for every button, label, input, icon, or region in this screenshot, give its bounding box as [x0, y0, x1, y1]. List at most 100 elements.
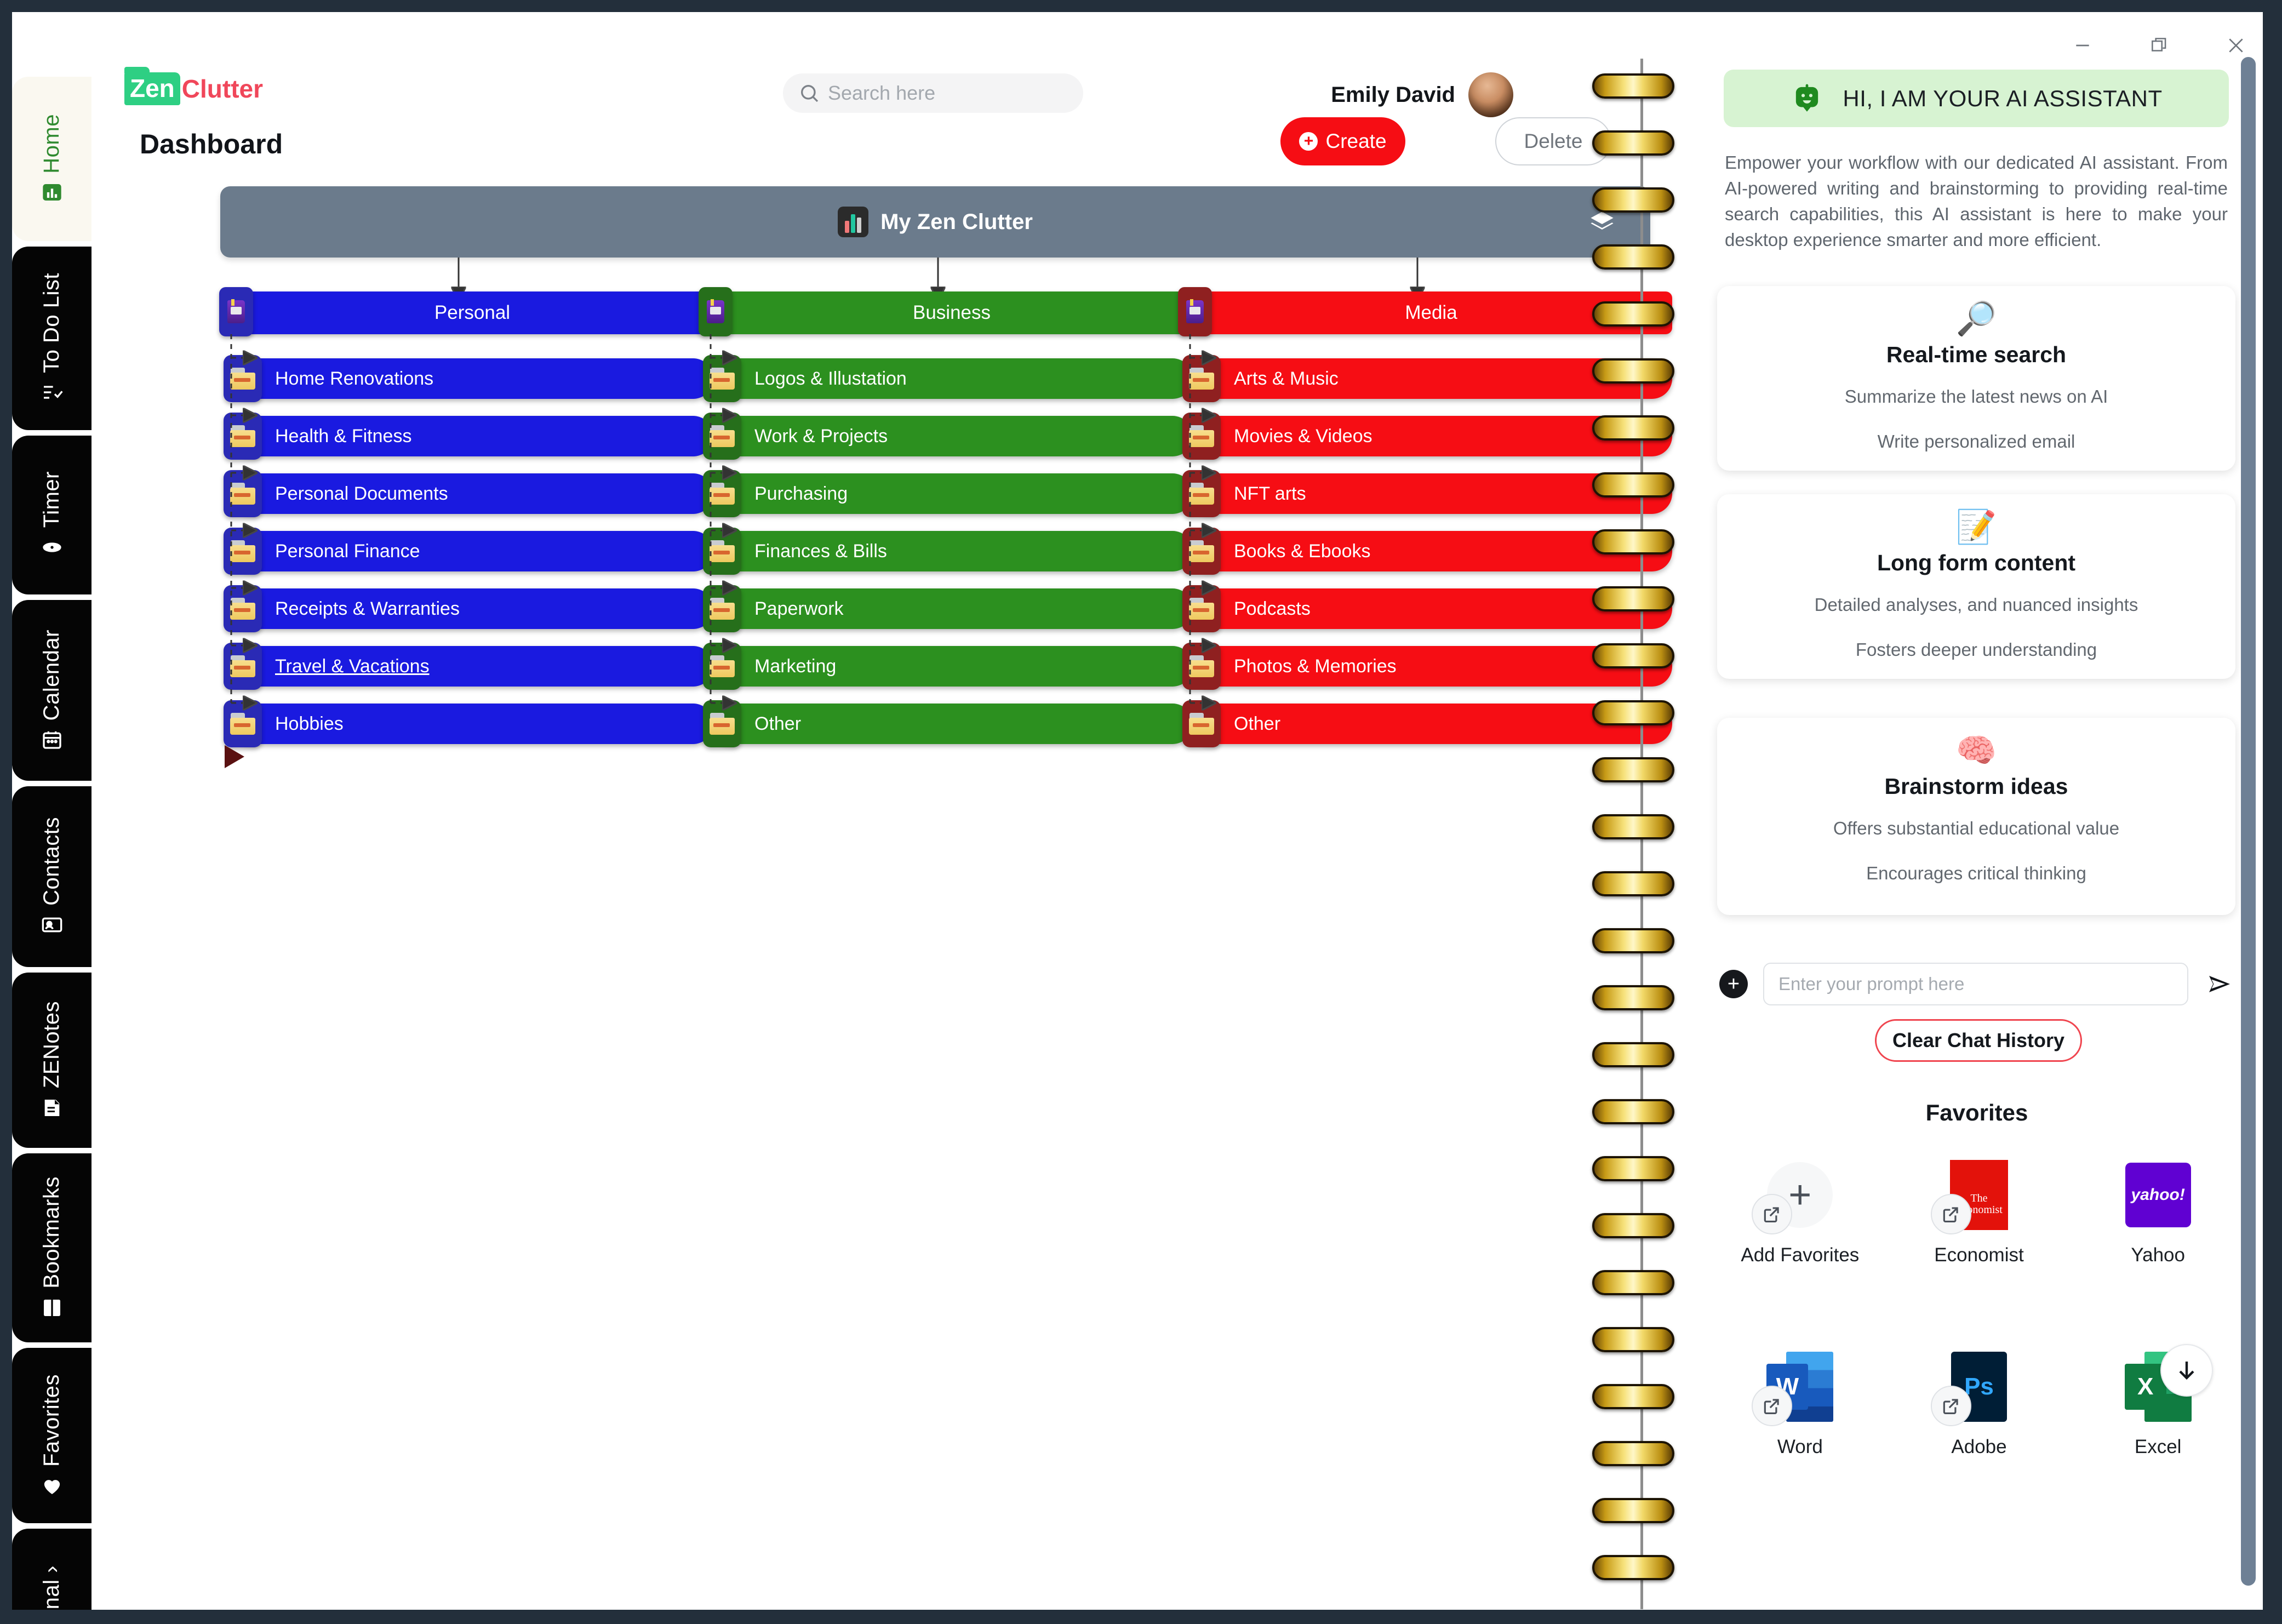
folder-icon — [224, 355, 262, 402]
plus-icon[interactable]: + — [1719, 970, 1748, 998]
ai-card-title: Long form content — [1717, 550, 2235, 576]
folder-item-label: Books & Ebooks — [1234, 541, 1370, 562]
favorite-item-add-favorites[interactable]: +Add Favorites — [1711, 1160, 1890, 1266]
subfolder-list: Home Renovations Health & Fitness Personal… — [231, 358, 713, 744]
folder-icon — [703, 355, 741, 402]
favorite-tile: Ps — [1944, 1352, 2014, 1422]
binding-ring — [1592, 130, 1674, 156]
external-link-icon[interactable] — [1752, 1194, 1792, 1234]
folder-item[interactable]: Personal Finance — [231, 531, 713, 571]
sidebar-item-home[interactable]: Home — [12, 77, 91, 241]
binding-ring — [1592, 73, 1674, 99]
folder-icon — [224, 643, 262, 690]
favorite-item-adobe[interactable]: PsAdobe — [1890, 1352, 2069, 1458]
folder-icon — [1182, 528, 1221, 575]
sidebar-item-journal[interactable]: Journal › — [12, 1529, 91, 1610]
folder-item-label: Other — [754, 713, 801, 735]
folder-item[interactable]: Paperwork — [711, 588, 1193, 629]
ai-card-subtitle: Detailed analyses, and nuanced insights — [1717, 594, 2235, 615]
send-icon[interactable] — [2204, 971, 2234, 997]
folder-item[interactable]: Home Renovations — [231, 358, 713, 399]
folder-icon — [1182, 413, 1221, 460]
clear-chat-history-button[interactable]: Clear Chat History — [1875, 1019, 2082, 1062]
ai-card-subtitle: Summarize the latest news on AI — [1717, 386, 2235, 407]
folder-item[interactable]: Other — [711, 704, 1193, 744]
ai-card-subtitle: Offers substantial educational value — [1717, 818, 2235, 839]
folder-item-label: Movies & Videos — [1234, 426, 1372, 447]
folder-icon — [1182, 355, 1221, 402]
download-icon[interactable] — [2160, 1344, 2213, 1397]
folder-item-label: Podcasts — [1234, 598, 1311, 620]
tree-column-personal: Personal Home Renovations Health & Fitness… — [231, 291, 713, 761]
prompt-input[interactable] — [1763, 963, 2188, 1005]
folder-item[interactable]: Marketing — [711, 646, 1193, 687]
binding-ring — [1592, 1498, 1674, 1523]
folder-icon — [703, 643, 741, 690]
spiral-binding-decoration — [1592, 12, 1691, 1610]
favorite-label: Yahoo — [2131, 1244, 2185, 1266]
book-icon — [40, 1296, 64, 1319]
sidebar-item-bookmarks[interactable]: Bookmarks — [12, 1153, 91, 1342]
sidebar-item-contacts[interactable]: Contacts — [12, 786, 91, 967]
restore-icon[interactable] — [2147, 33, 2172, 58]
main-content-area: Zen Clutter Emily David Dashboard + Crea… — [91, 12, 1612, 1610]
folder-item[interactable]: Work & Projects — [711, 416, 1193, 456]
folder-item[interactable]: Hobbies — [231, 704, 713, 744]
vertical-scrollbar[interactable] — [2241, 57, 2256, 1586]
binding-ring — [1592, 586, 1674, 611]
favorite-item-yahoo[interactable]: yahoo! Yahoo — [2068, 1160, 2247, 1266]
favorites-row-2: WWordPsAdobeXExcel — [1711, 1352, 2247, 1458]
category-header-personal[interactable]: Personal — [231, 291, 713, 334]
folder-item[interactable]: Logos & Illustation — [711, 358, 1193, 399]
ai-banner-text: HI, I AM YOUR AI ASSISTANT — [1843, 85, 2162, 112]
folder-icon — [703, 470, 741, 517]
ai-feature-card[interactable]: 📝Long form contentDetailed analyses, and… — [1717, 494, 2235, 679]
folder-item[interactable]: Health & Fitness — [231, 416, 713, 456]
sidebar-item-label: Calendar — [39, 630, 64, 720]
book-icon — [219, 287, 253, 336]
favorite-item-excel[interactable]: XExcel — [2068, 1352, 2247, 1458]
binding-ring — [1592, 928, 1674, 953]
category-header-business[interactable]: Business — [711, 291, 1193, 334]
folder-icon — [224, 528, 262, 575]
category-header-label: Personal — [434, 302, 510, 324]
sidebar-item-label: Contacts — [39, 817, 64, 906]
external-link-icon[interactable] — [1931, 1386, 1971, 1426]
folder-item-label: Logos & Illustation — [754, 368, 907, 390]
favorite-item-economist[interactable]: TheEconomistEconomist — [1890, 1160, 2069, 1266]
folder-item[interactable]: Purchasing — [711, 473, 1193, 514]
binding-ring — [1592, 985, 1674, 1010]
folder-item[interactable]: Personal Documents — [231, 473, 713, 514]
folder-icon — [224, 470, 262, 517]
sidebar-item-favorites[interactable]: Favorites — [12, 1348, 91, 1523]
binding-ring — [1592, 1327, 1674, 1352]
folder-item[interactable]: Travel & Vacations — [231, 646, 713, 687]
external-link-icon[interactable] — [1752, 1386, 1792, 1426]
binding-ring — [1592, 415, 1674, 441]
minimize-icon[interactable] — [2070, 33, 2095, 58]
prompt-row: + — [1719, 963, 2234, 1005]
folder-item[interactable]: Receipts & Warranties — [231, 588, 713, 629]
binding-ring — [1592, 1099, 1674, 1124]
sidebar-item-zenotes[interactable]: ZENotes — [12, 973, 91, 1148]
sidebar-item-label: Timer — [39, 471, 64, 528]
folder-item[interactable]: Finances & Bills — [711, 531, 1193, 571]
sidebar-item-timer[interactable]: Timer — [12, 436, 91, 594]
magnifier-icon: 🔎 — [1717, 302, 2235, 335]
checklist-icon — [40, 381, 64, 404]
external-link-icon[interactable] — [1931, 1194, 1971, 1234]
favorite-tile: yahoo! — [2123, 1160, 2193, 1230]
folder-item-label: Photos & Memories — [1234, 656, 1397, 677]
binding-ring — [1592, 643, 1674, 668]
ai-feature-card[interactable]: 🧠Brainstorm ideasOffers substantial educ… — [1717, 718, 2235, 915]
sidebar-item-to-do-list[interactable]: To Do List — [12, 247, 91, 430]
sidebar-item-calendar[interactable]: Calendar — [12, 600, 91, 781]
close-icon[interactable] — [2223, 33, 2249, 58]
sidebar-item-label: Home — [39, 114, 64, 174]
ai-feature-card[interactable]: 🔎Real-time searchSummarize the latest ne… — [1717, 286, 2235, 471]
folder-icon — [703, 413, 741, 460]
folder-icon — [1182, 470, 1221, 517]
category-header-label: Business — [913, 302, 991, 324]
folder-icon — [1182, 700, 1221, 747]
favorite-item-word[interactable]: WWord — [1711, 1352, 1890, 1458]
